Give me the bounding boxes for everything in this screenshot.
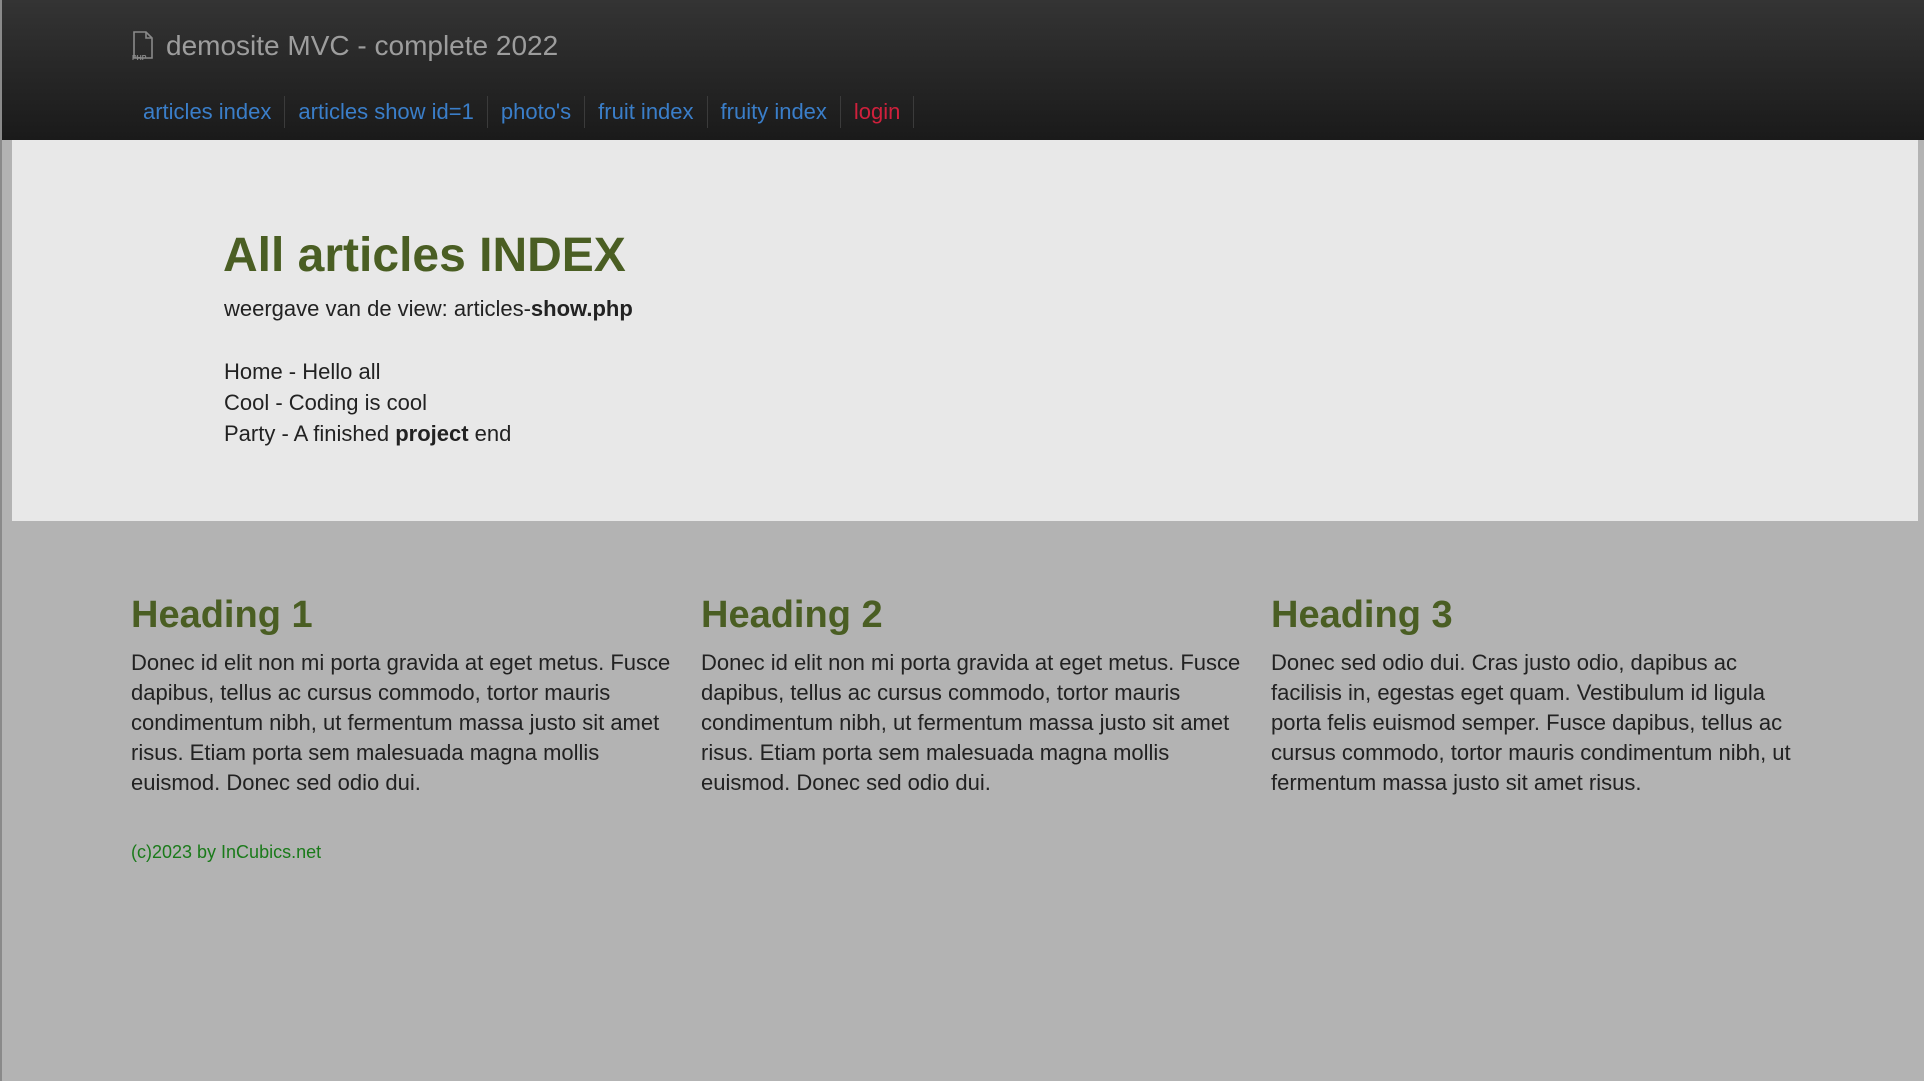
nav-photos[interactable]: photo's	[488, 96, 586, 128]
nav-articles-show[interactable]: articles show id=1	[285, 96, 488, 128]
column-body: Donec id elit non mi porta gravida at eg…	[131, 650, 671, 795]
nav-articles-index[interactable]: articles index	[130, 96, 286, 128]
column-2: Heading 2 Donec id elit non mi porta gra…	[701, 592, 1241, 798]
brand[interactable]: PHP demosite MVC - complete 2022	[130, 28, 558, 64]
column-body: Donec id elit non mi porta gravida at eg…	[701, 650, 1241, 795]
list-item: Cool - Coding is cool	[224, 390, 427, 415]
list-item: Home - Hello all	[224, 359, 381, 384]
svg-text:PHP: PHP	[132, 55, 147, 62]
view-info-prefix: weergave van de view: articles-	[224, 296, 531, 321]
php-file-icon: PHP	[130, 30, 156, 62]
column-heading: Heading 2	[701, 594, 883, 636]
footer-copyright: (c)2023 by InCubics.net	[131, 842, 322, 862]
top-navbar: PHP demosite MVC - complete 2022 article…	[2, 0, 1924, 140]
list-item-prefix: Party - A finished	[224, 421, 396, 446]
nav-login[interactable]: login	[841, 96, 915, 128]
view-info-filename: show.php	[530, 296, 633, 321]
brand-title: demosite MVC - complete 2022	[166, 30, 559, 61]
page: PHP demosite MVC - complete 2022 article…	[0, 0, 1924, 1081]
page-title: All articles INDEX	[223, 229, 626, 282]
hero-section: All articles INDEX weergave van de view:…	[12, 140, 1918, 521]
column-heading: Heading 1	[131, 594, 313, 636]
column-1: Heading 1 Donec id elit non mi porta gra…	[131, 592, 671, 798]
nav-fruit-index[interactable]: fruit index	[585, 96, 708, 128]
main-nav: articles index articles show id=1 photo'…	[130, 96, 915, 128]
column-3: Heading 3 Donec sed odio dui. Cras justo…	[1271, 592, 1811, 798]
column-heading: Heading 3	[1271, 594, 1453, 636]
list-item: Party - A finished project end	[224, 418, 511, 449]
nav-fruity-index[interactable]: fruity index	[708, 96, 841, 128]
list-item-bold: project	[395, 421, 469, 446]
articles-list: Home - Hello all Cool - Coding is cool P…	[224, 356, 511, 449]
list-item-suffix: end	[468, 421, 512, 446]
column-body: Donec sed odio dui. Cras justo odio, dap…	[1271, 650, 1791, 795]
view-info: weergave van de view: articles-show.php	[224, 296, 633, 322]
